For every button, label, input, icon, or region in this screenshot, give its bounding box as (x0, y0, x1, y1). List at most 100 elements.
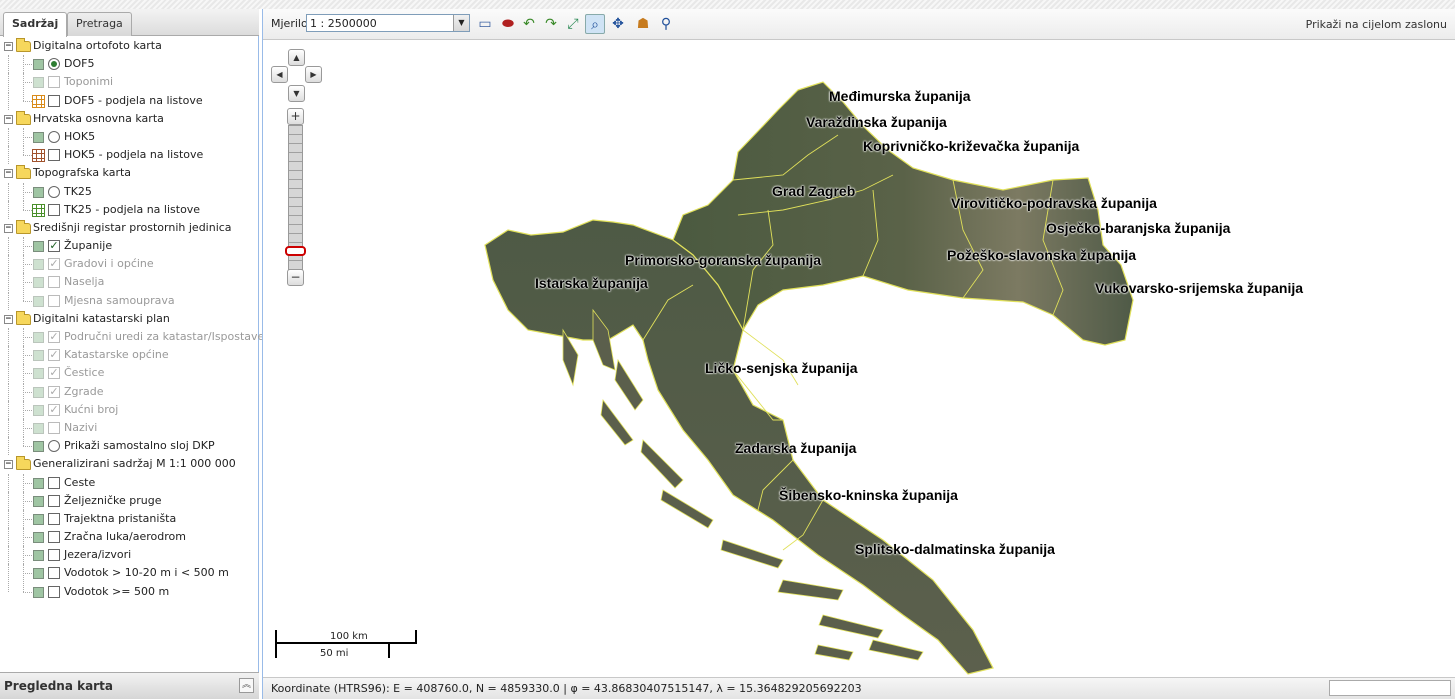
layer-item[interactable]: ✓ Katastarske općine (0, 346, 258, 365)
scale-select[interactable]: 1 : 2500000 ▼ (306, 14, 470, 32)
search-zoom-icon[interactable]: ⚲ (656, 14, 676, 34)
double-chevron-up-icon[interactable]: ︽ (239, 678, 254, 693)
layer-item[interactable]: Toponimi (0, 73, 258, 92)
layer-group[interactable]: − Digitalni katastarski plan (0, 310, 258, 328)
pan-icon[interactable]: ✥ (608, 14, 628, 34)
layer-item[interactable]: ✓ Područni uredi za katastar/Ispostave (0, 328, 264, 346)
collapse-icon[interactable]: − (4, 114, 13, 124)
layer-icon (33, 404, 44, 416)
layer-checkbox[interactable] (48, 494, 60, 507)
layer-item[interactable]: Naselja (0, 273, 258, 292)
layer-item[interactable]: TK25 - podjela na listove (0, 200, 258, 219)
layer-item[interactable]: Trajektna pristaništa (0, 509, 258, 528)
layer-item[interactable]: ✓ Kućni broj (0, 400, 258, 419)
layer-item[interactable]: ✓ Gradovi i općine (0, 255, 258, 274)
layer-radio[interactable] (48, 440, 60, 453)
layer-label: Toponimi (64, 75, 114, 89)
overview-title: Pregledna karta (4, 679, 113, 693)
zoom-in-button[interactable]: + (287, 108, 304, 125)
layer-checkbox[interactable]: ✓ (48, 240, 60, 253)
layer-item[interactable]: HOK5 (0, 127, 258, 146)
tree-line (23, 246, 32, 248)
layer-checkbox[interactable] (48, 149, 60, 162)
layer-group[interactable]: − Generalizirani sadržaj M 1:1 000 000 (0, 455, 258, 473)
tree-line (23, 482, 32, 484)
pan-up-button[interactable]: ▲ (288, 49, 305, 66)
layer-group[interactable]: − Digitalna ortofoto karta (0, 37, 258, 55)
map-panel: Mjerilo 1 : 2500000 ▼ ▭ ⬬ ↶ ↷ ⤢ ⌕ ✥ ☗ ⚲ Prikaži … (262, 9, 1455, 699)
identify-icon[interactable]: ☗ (633, 14, 653, 34)
layer-checkbox[interactable] (48, 94, 60, 107)
layer-item[interactable]: Ceste (0, 473, 258, 492)
undo-icon[interactable]: ↶ (519, 14, 539, 34)
layer-item[interactable]: Željezničke pruge (0, 491, 258, 510)
layer-radio[interactable] (48, 130, 60, 143)
layer-label: TK25 (64, 184, 92, 198)
layer-label: Zgrade (64, 384, 104, 398)
layer-checkbox[interactable] (48, 585, 60, 598)
collapse-icon[interactable]: − (4, 42, 13, 51)
tab-sadrzaj[interactable]: Sadržaj (3, 12, 68, 37)
layer-group[interactable]: − Hrvatska osnovna karta (0, 110, 258, 128)
county-label: Požeško-slavonska županija (947, 247, 1137, 263)
scale-value: 1 : 2500000 (310, 17, 377, 30)
layer-item[interactable]: Mjesna samouprava (0, 291, 258, 310)
layer-icon (33, 368, 44, 380)
layer-item[interactable]: Jezera/izvori (0, 546, 258, 565)
tree-line (23, 446, 32, 448)
layer-checkbox[interactable] (48, 531, 60, 544)
pan-right-button[interactable]: ▶ (305, 66, 322, 83)
tab-pretraga[interactable]: Pretraga (67, 12, 132, 36)
tree-line (8, 291, 9, 310)
county-label: Grad Zagreb (772, 183, 856, 199)
layer-checkbox[interactable] (48, 567, 60, 580)
layer-item[interactable]: Nazivi (0, 418, 258, 437)
layer-item[interactable]: DOF5 - podjela na listove (0, 91, 258, 110)
layer-item[interactable]: Vodotok > 10-20 m i < 500 m (0, 564, 258, 583)
fullscreen-link[interactable]: Prikaži na cijelom zaslonu (1306, 18, 1447, 31)
layer-item[interactable]: Prikaži samostalno sloj DKP (0, 437, 258, 456)
collapse-icon[interactable]: − (4, 169, 13, 179)
layer-radio[interactable] (48, 58, 60, 71)
zoom-slider-thumb[interactable] (285, 246, 306, 256)
county-label: Zadarska županija (735, 440, 857, 456)
layer-item[interactable]: Vodotok >= 500 m (0, 582, 258, 601)
croatia-map-image (484, 81, 1134, 675)
zoom-out-button[interactable]: − (287, 269, 304, 286)
measure-distance-icon[interactable]: ▭ (475, 14, 495, 34)
layer-item[interactable]: TK25 (0, 182, 258, 201)
layer-item[interactable]: Zračna luka/aerodrom (0, 528, 258, 547)
zoom-box-icon[interactable]: ⌕ (585, 14, 605, 34)
layer-checkbox: ✓ (48, 330, 60, 343)
layer-label: HOK5 - podjela na listove (64, 148, 204, 162)
tree-line (23, 409, 32, 411)
redo-icon[interactable]: ↷ (541, 14, 561, 34)
layer-group[interactable]: − Središnji registar prostornih jedinica (0, 219, 258, 237)
layer-item[interactable]: ✓ Županije (0, 237, 258, 256)
chevron-down-icon[interactable]: ▼ (453, 15, 469, 31)
scale-bar: 100 km 50 mi (275, 630, 420, 664)
scale-bar-km-label: 100 km (330, 631, 368, 642)
layer-checkbox[interactable] (48, 203, 60, 216)
zoom-extent-icon[interactable]: ⤢ (563, 14, 583, 34)
pan-left-button[interactable]: ◀ (271, 66, 288, 83)
collapse-icon[interactable]: − (4, 223, 13, 233)
layer-group-label: Generalizirani sadržaj M 1:1 000 000 (33, 457, 236, 471)
map-canvas[interactable]: ▲ ◀ ▶ ▼ + − Međimurska županija Varaždins… (263, 40, 1455, 677)
layer-item[interactable]: HOK5 - podjela na listove (0, 146, 258, 165)
pan-down-button[interactable]: ▼ (288, 85, 305, 102)
collapse-icon[interactable]: − (4, 460, 13, 470)
layer-item[interactable]: DOF5 (0, 55, 258, 74)
layer-checkbox[interactable] (48, 512, 60, 525)
layer-item[interactable]: ✓ Čestice (0, 364, 258, 383)
layer-radio[interactable] (48, 185, 60, 198)
layer-checkbox[interactable] (48, 549, 60, 562)
layer-checkbox[interactable] (48, 476, 60, 489)
collapse-icon[interactable]: − (4, 314, 13, 324)
measure-area-icon[interactable]: ⬬ (498, 14, 518, 34)
layer-item[interactable]: ✓ Zgrade (0, 382, 258, 401)
layer-group[interactable]: − Topografska karta (0, 164, 258, 182)
layer-label: Naselja (64, 275, 105, 289)
folder-icon (16, 38, 31, 52)
tree-line (8, 346, 9, 365)
